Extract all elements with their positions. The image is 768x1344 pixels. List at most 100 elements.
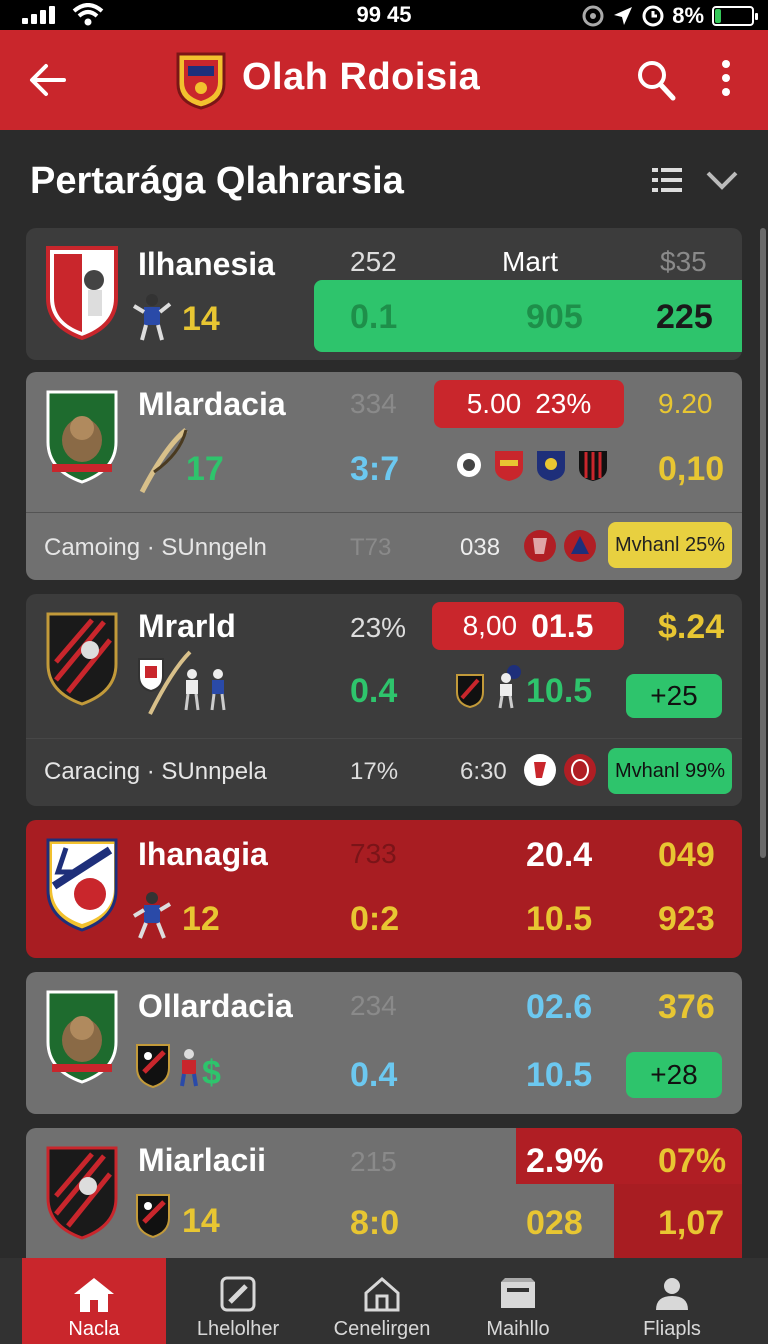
club-badge-icon bbox=[524, 530, 556, 562]
club-badge-icon bbox=[564, 530, 596, 562]
club-badge-icon bbox=[136, 1194, 170, 1238]
house-icon bbox=[364, 1277, 400, 1312]
stat-value: 049 bbox=[658, 836, 715, 874]
nav-label: Fliapls bbox=[643, 1318, 701, 1340]
player-icon bbox=[498, 665, 521, 709]
match-card[interactable]: Ihanagia 12 733 20.4 049 0:2 10.5 923 bbox=[26, 820, 742, 958]
odds-chip-percent: 01.5 bbox=[531, 607, 594, 644]
stat-value: 9.20 bbox=[658, 388, 713, 419]
match-card[interactable]: Ilhanesia 14 252 Mart $35 0.1 905 225 bbox=[26, 228, 742, 360]
nav-item-home-alt[interactable]: Cenelirgen bbox=[310, 1258, 454, 1344]
score: 0:2 bbox=[350, 900, 400, 938]
club-badge-icon bbox=[579, 451, 607, 481]
team-name: Miarlacii bbox=[138, 1142, 267, 1178]
nav-item-inbox[interactable]: Maihllo bbox=[446, 1258, 590, 1344]
player-icon bbox=[132, 892, 172, 939]
team-name: Ilhanesia bbox=[138, 246, 275, 282]
person-icon bbox=[656, 1278, 688, 1310]
nav-label: Cenelirgen bbox=[333, 1318, 431, 1340]
stat-value: 038 bbox=[460, 534, 501, 561]
club-badge-icon bbox=[495, 451, 523, 481]
player-icon bbox=[180, 1049, 198, 1087]
odds-value: 923 bbox=[658, 900, 715, 938]
nav-label: Nacla bbox=[68, 1318, 120, 1340]
stat-value: $35 bbox=[660, 246, 707, 277]
nav-item-edit[interactable]: Lhelolher bbox=[166, 1258, 310, 1344]
team-crest bbox=[46, 246, 118, 340]
odds-value: 028 bbox=[526, 1204, 583, 1242]
odds-change-chip[interactable]: +25 bbox=[626, 674, 722, 718]
stat-value: 234 bbox=[350, 990, 397, 1021]
odds-value: 225 bbox=[656, 298, 713, 336]
match-card[interactable]: Miarlacii 14 215 2.9% 07% 8:0 028 1,07 bbox=[26, 1128, 742, 1258]
odds-change-chip[interactable]: +28 bbox=[626, 1052, 722, 1098]
list-view-icon[interactable] bbox=[652, 168, 682, 194]
match-info: Caracing · SUnnpela bbox=[44, 758, 267, 785]
stat-value: 07% bbox=[658, 1142, 727, 1180]
nav-label: Maihllo bbox=[486, 1318, 550, 1340]
odds-value: 10.5 bbox=[526, 1056, 593, 1094]
team-badge-number: 17 bbox=[186, 450, 224, 488]
stat-value: $.24 bbox=[658, 608, 725, 646]
match-card[interactable]: Mrarld 23% 8,00 01.5 $.24 0.4 10.5 +25 C… bbox=[26, 594, 742, 806]
team-badge-number: 14 bbox=[182, 300, 220, 338]
odds-value: 10.5 bbox=[526, 900, 593, 938]
stat-value: 376 bbox=[658, 988, 715, 1026]
odds-chip-percent: 23% bbox=[535, 388, 592, 419]
team-name: Ollardacia bbox=[138, 988, 293, 1024]
stat-value: 733 bbox=[350, 838, 397, 869]
stat-value: 334 bbox=[350, 388, 397, 419]
stat-value: 17% bbox=[350, 758, 399, 785]
team-name: Ihanagia bbox=[138, 836, 268, 872]
club-badge-icon bbox=[564, 754, 596, 786]
stat-label: Mart bbox=[502, 246, 558, 277]
promo-chip[interactable]: Mvhanl 25% bbox=[608, 522, 732, 568]
odds-chip-value: 8,00 bbox=[462, 610, 518, 641]
score: 3:7 bbox=[350, 450, 400, 488]
feather-icon bbox=[139, 428, 188, 494]
location-icon bbox=[614, 7, 633, 25]
match-card[interactable]: Ollardacia $ 234 02.6 376 0.4 10.5 +28 bbox=[26, 972, 742, 1114]
match-card[interactable]: Mlardacia 17 334 5.00 23% 9.20 3:7 0,10 … bbox=[26, 372, 742, 580]
odds-value: 1,07 bbox=[658, 1204, 725, 1242]
team-badge-number: $ bbox=[202, 1054, 221, 1092]
club-badge-icon bbox=[524, 754, 556, 786]
odds-chip[interactable]: 5.00 23% bbox=[434, 380, 624, 428]
stat-value: 6:30 bbox=[460, 758, 507, 785]
match-info: Camoing · SUnngeln bbox=[44, 534, 267, 561]
player-icon bbox=[184, 669, 226, 711]
promo-chip[interactable]: Mvhanl 99% bbox=[608, 748, 732, 794]
odds-value: 905 bbox=[526, 298, 583, 336]
nav-item-home[interactable]: Nacla bbox=[22, 1258, 166, 1344]
search-icon[interactable] bbox=[636, 58, 676, 102]
stat-value: 02.6 bbox=[526, 988, 593, 1026]
club-badge-icon bbox=[537, 451, 565, 481]
alarm-icon bbox=[642, 5, 664, 27]
team-crest bbox=[46, 612, 118, 706]
odds-chip[interactable]: 8,00 01.5 bbox=[432, 602, 624, 650]
chevron-down-icon[interactable] bbox=[704, 162, 740, 198]
more-options-icon[interactable] bbox=[716, 60, 736, 100]
back-arrow-icon[interactable] bbox=[28, 58, 68, 102]
team-badge-number: 14 bbox=[182, 1202, 220, 1240]
club-badge-icon bbox=[457, 453, 481, 477]
battery-percent: 8% bbox=[672, 3, 704, 28]
nav-item-profile[interactable]: Fliapls bbox=[600, 1258, 744, 1344]
club-badge-icon bbox=[136, 1044, 170, 1088]
team-crest bbox=[46, 990, 118, 1084]
stat-value: 252 bbox=[350, 246, 397, 277]
odds-chip-value: 5.00 bbox=[466, 388, 522, 419]
score: 8:0 bbox=[350, 1204, 400, 1242]
odds-value: 0,10 bbox=[658, 450, 725, 488]
bottom-navigation: Nacla Lhelolher Cenelirgen Maihllo Fliap… bbox=[0, 1258, 768, 1344]
stat-value: 23% bbox=[350, 612, 407, 643]
section-title: Pertarága Qlahrarsia bbox=[30, 160, 404, 202]
app-bar: Olah Rdoisia bbox=[0, 30, 768, 130]
scrollbar[interactable] bbox=[760, 228, 766, 858]
nav-label: Lhelolher bbox=[196, 1318, 280, 1340]
inbox-icon bbox=[501, 1278, 535, 1308]
team-crest bbox=[46, 390, 118, 484]
team-name: Mrarld bbox=[138, 608, 236, 644]
club-badges bbox=[454, 448, 610, 482]
score: 0.4 bbox=[350, 672, 398, 710]
